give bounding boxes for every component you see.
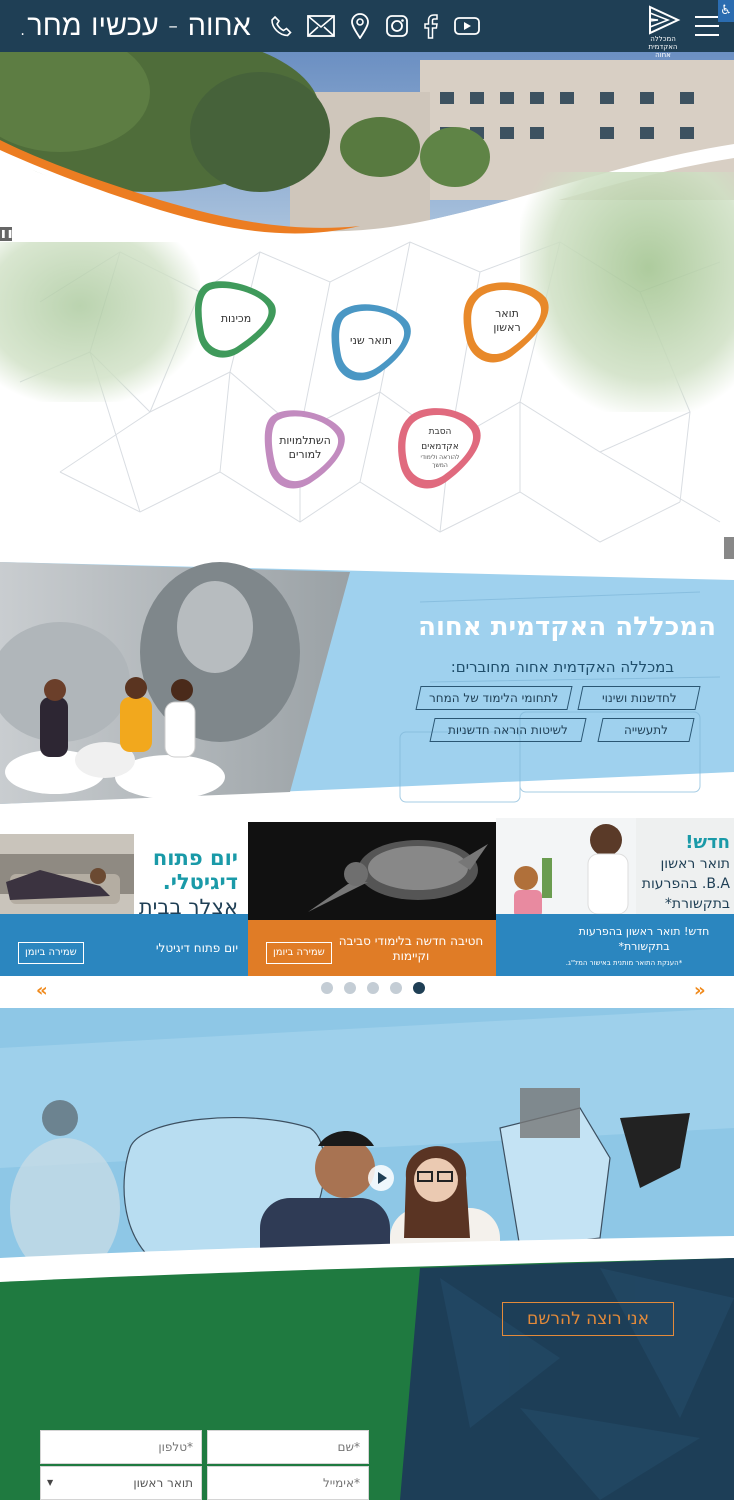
chip-industry[interactable]: לתעשייה (597, 718, 695, 742)
pause-icon[interactable]: ❚❚ (0, 227, 13, 241)
carousel-dot-active[interactable] (413, 982, 425, 994)
chip-future-fields[interactable]: לתחומי הלימוד של המחר (415, 686, 573, 710)
chip-innovation[interactable]: לחדשנות ושינוי (577, 686, 701, 710)
logo-text: המכללה האקדמית אחוה (642, 35, 684, 59)
slide-headline: יום פתוח דיגיטלי. אצלך בבית (139, 846, 238, 920)
play-icon[interactable] (368, 1165, 394, 1191)
degree-select-value: תואר ראשון (133, 1476, 193, 1490)
bubble-title: הסבת אקדמאים (421, 427, 459, 452)
headline-line: B.A. בהפרעות (641, 876, 730, 892)
slide-communication-disorders[interactable]: חדש! תואר ראשון B.A. בהפרעות בתקשורת* חד… (496, 818, 734, 976)
bubble-prep-programs[interactable]: מכינות (192, 276, 280, 362)
about-subtitle: במכללה האקדמית אחוה מחוברים: (450, 658, 674, 676)
instagram-icon[interactable] (382, 11, 412, 41)
bubble-bachelors-degree[interactable]: תואר ראשון (462, 276, 552, 366)
logo-mark-icon (649, 5, 681, 35)
register-button[interactable]: אני רוצה להרשם (502, 1302, 674, 1336)
bubble-label: מכינות (220, 312, 252, 325)
chip-label: לתעשייה (624, 723, 668, 737)
logo-line-2: האקדמית (648, 43, 678, 51)
site-header: אחוה - עכשיו מחר. המכללה האקדמית אחוה ♿ (0, 0, 734, 59)
logo-line-1: המכללה (650, 35, 676, 43)
carousel-dot[interactable] (321, 982, 333, 994)
hero-section: ❚❚ מכינות תואר שני תואר ראשון השתלמויות … (0, 52, 734, 564)
accessibility-icon[interactable]: ♿ (718, 0, 734, 22)
headline-line: בתקשורת* (664, 896, 730, 912)
location-icon[interactable] (345, 11, 375, 41)
headline-line: יום פתוח (152, 846, 238, 870)
hero-trees-right (520, 172, 734, 412)
slide-note: *הענקת התואר מותנית באישור המל"ג. (565, 959, 683, 967)
slide-caption: יום פתוח דיגיטלי (155, 941, 238, 955)
side-tab-icon[interactable] (724, 537, 734, 559)
carousel-dot[interactable] (390, 982, 402, 994)
save-to-calendar-button[interactable]: שמירה ביומן (18, 942, 84, 964)
bubble-label: תואר שני (350, 334, 392, 347)
slide-digital-open-day[interactable]: יום פתוח דיגיטלי. אצלך בבית יום פתוח דיג… (0, 834, 248, 976)
headline-line: תואר ראשון (660, 856, 730, 872)
bubble-teacher-training[interactable]: השתלמויות למורים (262, 404, 348, 492)
carousel-dot[interactable] (344, 982, 356, 994)
chevron-down-icon: ▼ (47, 1478, 54, 1487)
bubble-academic-retraining[interactable]: הסבת אקדמאים להוראה ולימודי המשך (396, 402, 484, 492)
bubble-subtitle: להוראה ולימודי המשך (420, 454, 460, 469)
mail-icon[interactable] (305, 11, 337, 41)
news-carousel: יום פתוח דיגיטלי. אצלך בבית יום פתוח דיג… (0, 818, 734, 978)
email-field[interactable] (207, 1466, 369, 1500)
logo-line-3: אחוה (655, 51, 671, 59)
slide-environment-studies[interactable]: חטיבה חדשה בלימודי סביבה וקיימות שמירה ב… (248, 822, 496, 976)
youtube-icon[interactable] (452, 11, 482, 41)
headline-line: חדש! (685, 832, 730, 853)
about-banner: המכללה האקדמית אחוה במכללה האקדמית אחוה … (0, 562, 734, 810)
slide-headline: חדש! תואר ראשון B.A. בהפרעות בתקשורת* (642, 832, 730, 914)
carousel-dot[interactable] (367, 982, 379, 994)
carousel-dots (321, 982, 425, 996)
bubble-masters-degree[interactable]: תואר שני (328, 298, 414, 384)
slide-caption: חדש! תואר ראשון בהפרעות בתקשורת* (578, 925, 710, 953)
carousel-prev-arrow-icon[interactable]: « (36, 982, 48, 1000)
degree-select[interactable]: תואר ראשון ▼ (40, 1466, 202, 1500)
phone-field[interactable] (40, 1430, 202, 1464)
hamburger-menu-icon[interactable] (695, 16, 719, 38)
chip-label: לשיטות הוראה חדשניות (448, 723, 568, 737)
chip-label: לחדשנות ושינוי (601, 691, 677, 705)
save-to-calendar-button[interactable]: שמירה ביומן (266, 942, 332, 964)
phone-icon[interactable] (266, 11, 296, 41)
chip-label: לתחומי הלימוד של המחר (429, 691, 559, 705)
bubble-label: הסבת אקדמאים להוראה ולימודי המשך (396, 402, 484, 492)
site-tagline: אחוה - עכשיו מחר. (18, 8, 251, 42)
slide-caption: חטיבה חדשה בלימודי סביבה וקיימות (338, 934, 484, 963)
hero-trees-left (0, 242, 200, 402)
college-logo[interactable]: המכללה האקדמית אחוה (642, 5, 694, 65)
headline-line: דיגיטלי. (162, 870, 238, 894)
name-field[interactable] (207, 1430, 369, 1464)
bubble-label: השתלמויות למורים (279, 434, 331, 461)
chip-teaching-methods[interactable]: לשיטות הוראה חדשניות (429, 718, 587, 742)
carousel-next-arrow-icon[interactable]: » (694, 982, 706, 1000)
about-title: המכללה האקדמית אחוה (418, 612, 716, 642)
facebook-icon[interactable] (416, 11, 446, 41)
bubble-label: תואר ראשון (493, 307, 521, 334)
